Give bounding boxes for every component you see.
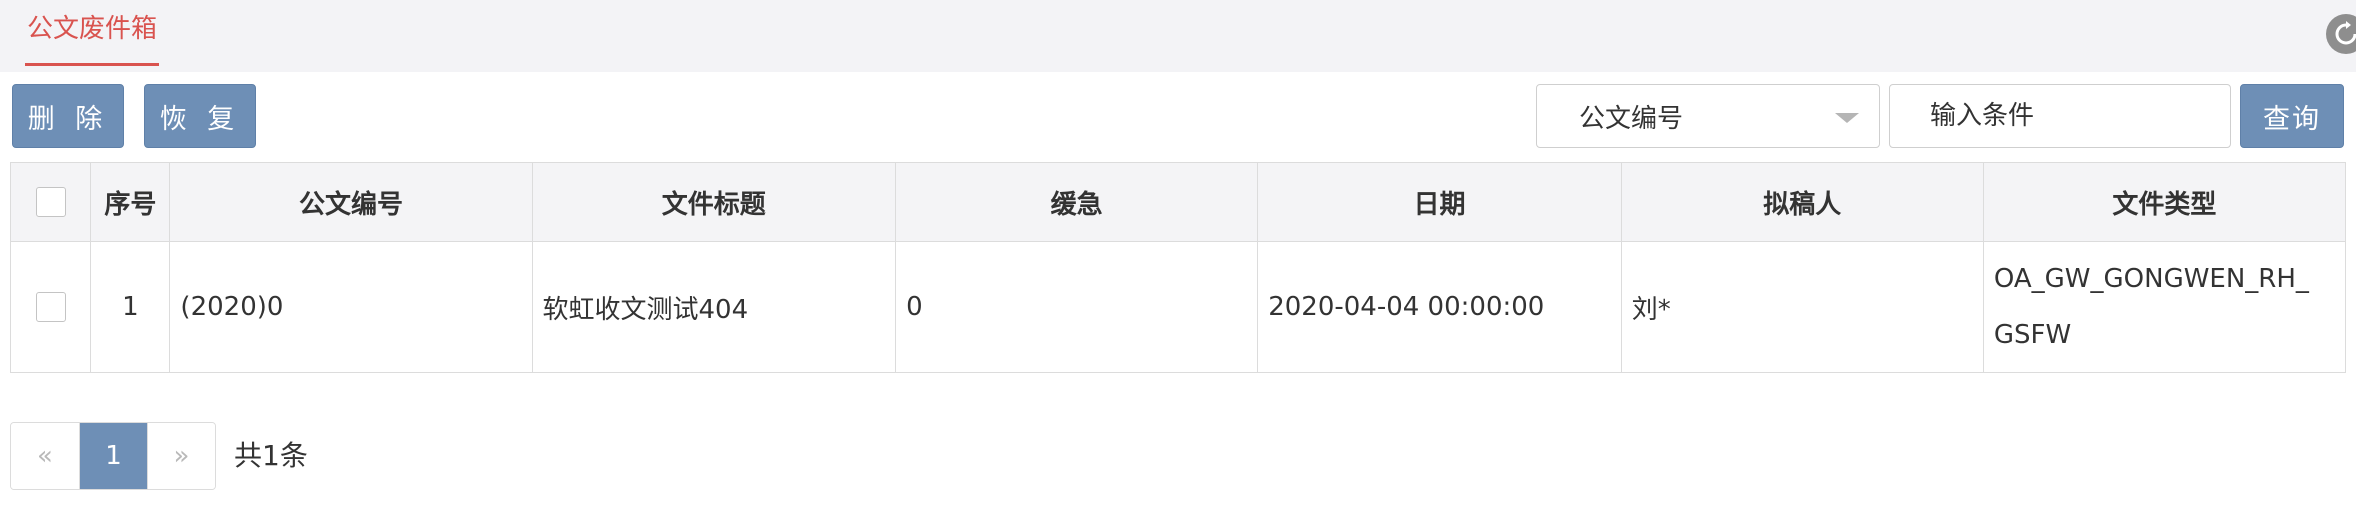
select-all-checkbox[interactable] bbox=[35, 187, 66, 218]
header-drafter: 拟稿人 bbox=[1620, 162, 1984, 242]
search-field-selected: 公文编号 bbox=[1579, 103, 1684, 134]
cell-index: 1 bbox=[90, 241, 171, 373]
header-date: 日期 bbox=[1257, 162, 1622, 242]
cell-urgency: 0 bbox=[895, 241, 1259, 373]
refresh-icon[interactable] bbox=[2326, 14, 2356, 54]
delete-button[interactable]: 删 除 bbox=[12, 84, 124, 148]
select-all-cell bbox=[9, 162, 92, 242]
search-field-select[interactable]: 公文编号 bbox=[1536, 84, 1880, 148]
cell-drafter: 刘* bbox=[1620, 241, 1984, 373]
query-button[interactable]: 查询 bbox=[2240, 84, 2344, 148]
chevron-down-icon bbox=[1835, 113, 1859, 123]
cell-doc-number: (2020)0 bbox=[169, 241, 533, 373]
tab-archive-trash[interactable]: 公文废件箱 bbox=[25, 0, 160, 66]
row-checkbox[interactable] bbox=[35, 292, 66, 323]
table-header-row: 序号 公文编号 文件标题 缓急 日期 拟稿人 文件类型 bbox=[9, 162, 2347, 242]
header-doc-number: 公文编号 bbox=[169, 162, 533, 242]
header-urgency: 缓急 bbox=[895, 162, 1259, 242]
cell-date: 2020-04-04 00:00:00 bbox=[1257, 241, 1622, 373]
tab-bar: 公文废件箱 bbox=[0, 0, 2356, 72]
condition-input[interactable] bbox=[1889, 84, 2231, 148]
doc-type-line-1: OA_GW_GONGWEN_RH_ bbox=[1993, 264, 2309, 294]
page: 公文废件箱 删 除 恢 复 公文编号 查询 bbox=[0, 0, 2356, 512]
row-select-cell bbox=[9, 241, 92, 373]
page-1-button[interactable]: 1 bbox=[79, 423, 147, 489]
doc-type-line-2: GSFW bbox=[1993, 320, 2072, 350]
total-count: 共1条 bbox=[234, 439, 308, 472]
table-row[interactable]: 1 (2020)0 软虹收文测试404 0 2020-04-04 00:00:0… bbox=[9, 241, 2347, 373]
cell-doc-type: OA_GW_GONGWEN_RH_ GSFW bbox=[1982, 241, 2347, 373]
document-table: 序号 公文编号 文件标题 缓急 日期 拟稿人 文件类型 1 (2020)0 软虹… bbox=[9, 162, 2347, 373]
header-doc-type: 文件类型 bbox=[1982, 162, 2347, 242]
prev-page-button[interactable]: « bbox=[11, 423, 79, 489]
next-page-button[interactable]: » bbox=[147, 423, 215, 489]
header-title: 文件标题 bbox=[531, 162, 897, 242]
restore-button[interactable]: 恢 复 bbox=[144, 84, 256, 148]
pagination: « 1 » bbox=[10, 422, 216, 490]
cell-title: 软虹收文测试404 bbox=[531, 241, 897, 373]
header-index: 序号 bbox=[90, 162, 171, 242]
